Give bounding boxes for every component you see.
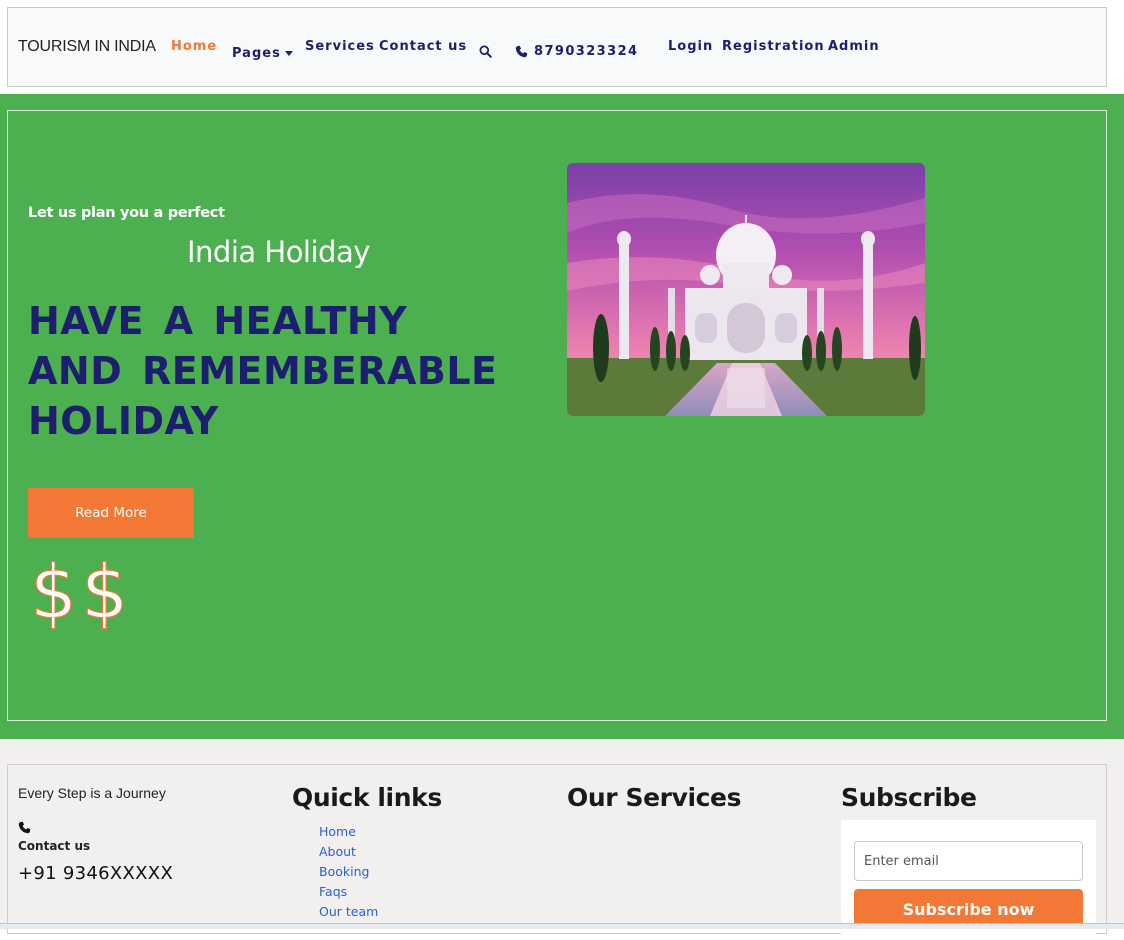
footer-contact-label: Contact us [18, 839, 91, 853]
nav-pages-label: Pages [232, 46, 281, 61]
phone-number: 8790323324 [534, 44, 639, 59]
nav-pages-dropdown[interactable]: Pages [232, 46, 293, 61]
phone-icon [18, 821, 31, 834]
subscribe-heading: Subscribe [841, 783, 977, 812]
quick-links-heading: Quick links [292, 783, 442, 812]
navbar: TOURISM IN INDIA Home Pages Services Con… [7, 7, 1107, 87]
nav-contact[interactable]: Contact us [379, 39, 467, 54]
brand-logo[interactable]: TOURISM IN INDIA [18, 38, 156, 56]
phone-contact[interactable]: 8790323324 [515, 44, 638, 59]
footer-contact-number: +91 9346XXXXX [18, 863, 174, 884]
subscribe-box: Subscribe now [841, 820, 1096, 940]
quick-link-about[interactable]: About [319, 842, 378, 862]
nav-login[interactable]: Login [668, 39, 713, 54]
search-icon[interactable] [479, 45, 492, 58]
nav-admin[interactable]: Admin [828, 39, 880, 54]
hero-headline: HAVE A HEALTHY AND REMEMBERABLE HOLIDAY [28, 299, 498, 443]
hero-section: Let us plan you a perfect India Holiday … [0, 94, 1124, 739]
quick-link-home[interactable]: Home [319, 822, 378, 842]
quick-link-our-team[interactable]: Our team [319, 902, 378, 922]
nav-home[interactable]: Home [171, 39, 217, 54]
phone-icon [515, 45, 528, 58]
read-more-button[interactable]: Read More [28, 488, 194, 538]
footer-tagline: Every Step is a Journey [18, 785, 166, 801]
horizontal-scrollbar[interactable] [0, 923, 1124, 929]
services-heading: Our Services [567, 783, 742, 812]
chevron-down-icon [284, 51, 293, 56]
taj-mahal-image [567, 163, 925, 416]
footer: Every Step is a Journey Contact us +91 9… [0, 739, 1124, 940]
nav-services[interactable]: Services [305, 39, 375, 54]
nav-registration[interactable]: Registration [722, 39, 825, 54]
hero-subtitle: India Holiday [187, 235, 370, 269]
quick-link-booking[interactable]: Booking [319, 862, 378, 882]
email-input[interactable] [854, 841, 1083, 881]
quick-links-list: Home About Booking Faqs Our team [319, 822, 378, 922]
hero-tagline: Let us plan you a perfect [28, 205, 225, 221]
quick-link-faqs[interactable]: Faqs [319, 882, 378, 902]
price-symbol: $$ [29, 549, 133, 636]
